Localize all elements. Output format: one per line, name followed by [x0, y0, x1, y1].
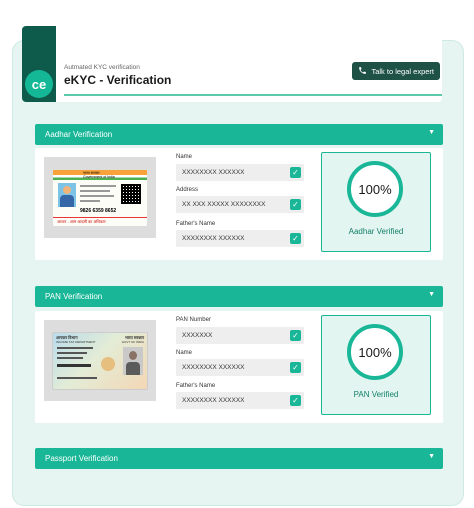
- aadhar-section-header[interactable]: Aadhar Verification ▼: [35, 124, 443, 145]
- name-value: XXXXXXXX XXXXXX: [182, 364, 245, 371]
- portrait-photo: [58, 182, 76, 207]
- passport-section-title: Passport Verification: [45, 454, 118, 463]
- portrait-photo: [123, 346, 143, 375]
- passport-section-header[interactable]: Passport Verification ▼: [35, 448, 443, 469]
- fathers-name-value: XXXXXXXX XXXXXX: [182, 235, 245, 242]
- aadhar-card-image: भारत सरकार Government of India 9826 6359…: [52, 168, 148, 227]
- fathers-name-value: XXXXXXXX XXXXXX: [182, 397, 245, 404]
- pan-card-sub-left: INCOME TAX DEPARTMENT: [56, 339, 96, 344]
- pan-number-field[interactable]: XXXXXXX ✓: [176, 327, 304, 344]
- pan-verification-status: 100% PAN Verified: [321, 315, 431, 415]
- fathers-name-label: Father's Name: [176, 221, 216, 227]
- aadhar-number: 9826 6359 8652: [80, 207, 117, 214]
- address-label: Address: [176, 187, 199, 193]
- check-icon: ✓: [290, 167, 301, 178]
- check-icon: ✓: [290, 199, 301, 210]
- progress-ring: 100%: [347, 324, 403, 380]
- pan-card-image: आयकर विभाग भारत सरकार INCOME TAX DEPARTM…: [52, 331, 148, 390]
- check-icon: ✓: [290, 233, 301, 244]
- aadhar-card-panel: भारत सरकार Government of India 9826 6359…: [35, 148, 443, 260]
- chevron-down-icon[interactable]: ▼: [428, 129, 435, 136]
- fathers-name-field[interactable]: XXXXXXXX XXXXXX ✓: [176, 230, 304, 247]
- talk-to-legal-expert-button[interactable]: Talk to legal expert: [352, 62, 440, 80]
- aadhar-card-footer: आधार - आम आदमी का अधिकार: [53, 216, 147, 226]
- fathers-name-field[interactable]: XXXXXXXX XXXXXX ✓: [176, 392, 304, 409]
- pan-card-sub-right: GOVT OF INDIA: [121, 339, 144, 344]
- talk-button-label: Talk to legal expert: [371, 66, 434, 76]
- pan-document-frame: आयकर विभाग भारत सरकार INCOME TAX DEPARTM…: [44, 320, 156, 401]
- app-window: [12, 40, 464, 506]
- fathers-name-label: Father's Name: [176, 383, 216, 389]
- chevron-down-icon[interactable]: ▼: [428, 291, 435, 298]
- aadhar-card-subheader: Government of India: [83, 174, 115, 179]
- check-icon: ✓: [290, 330, 301, 341]
- pan-number-label: PAN Number: [176, 317, 211, 323]
- name-value: XXXXXXXX XXXXXX: [182, 169, 245, 176]
- phone-icon: [358, 66, 367, 77]
- address-value: XX XXX XXXXX XXXXXXXX: [182, 201, 266, 208]
- page-title: eKYC - Verification: [64, 73, 172, 87]
- page-subtitle: Autmated KYC verification: [64, 64, 140, 71]
- chevron-down-icon[interactable]: ▼: [428, 453, 435, 460]
- pan-number-value: XXXXXXX: [182, 332, 213, 339]
- header-divider: [64, 94, 442, 96]
- logo-mark: ce: [25, 70, 53, 98]
- verified-label: Aadhar Verified: [348, 227, 404, 236]
- check-icon: ✓: [290, 395, 301, 406]
- aadhar-section-title: Aadhar Verification: [45, 130, 113, 139]
- name-field[interactable]: XXXXXXXX XXXXXX ✓: [176, 359, 304, 376]
- progress-ring: 100%: [347, 161, 403, 217]
- pan-section-title: PAN Verification: [45, 292, 103, 301]
- qr-code: [121, 183, 141, 204]
- verified-label: PAN Verified: [353, 390, 399, 399]
- page-header: ce Autmated KYC verification eKYC - Veri…: [22, 26, 442, 102]
- pan-section-header[interactable]: PAN Verification ▼: [35, 286, 443, 307]
- aadhar-document-frame: भारत सरकार Government of India 9826 6359…: [44, 157, 156, 238]
- name-field[interactable]: XXXXXXXX XXXXXX ✓: [176, 164, 304, 181]
- pan-card-panel: आयकर विभाग भारत सरकार INCOME TAX DEPARTM…: [35, 311, 443, 423]
- emblem-hologram: [101, 356, 115, 371]
- address-field[interactable]: XX XXX XXXXX XXXXXXXX ✓: [176, 196, 304, 213]
- aadhar-verification-status: 100% Aadhar Verified: [321, 152, 431, 252]
- brand-logo: ce: [22, 26, 56, 102]
- name-label: Name: [176, 350, 193, 356]
- check-icon: ✓: [290, 362, 301, 373]
- name-label: Name: [176, 154, 193, 160]
